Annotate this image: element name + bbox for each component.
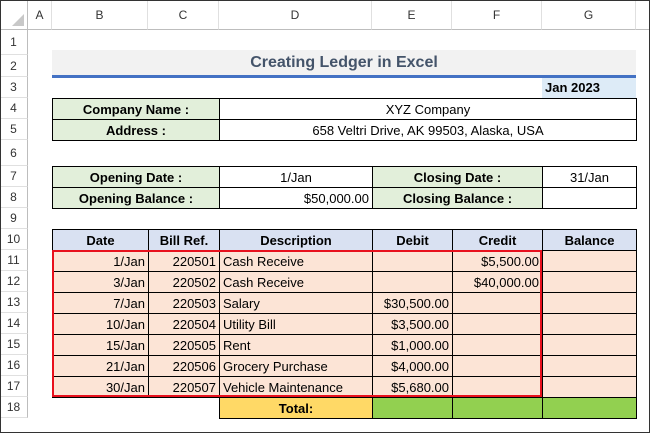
ledger-cell[interactable] xyxy=(542,292,637,314)
row-header-17[interactable]: 17 xyxy=(0,376,28,397)
address-value[interactable]: 658 Veltri Drive, AK 99503, Alaska, USA xyxy=(219,119,637,141)
ledger-cell[interactable]: Cash Receive xyxy=(219,250,373,272)
row-header-5[interactable]: 5 xyxy=(0,119,28,140)
ledger-cell[interactable] xyxy=(542,334,637,356)
ledger-cell[interactable] xyxy=(452,355,543,377)
ledger-header-credit[interactable]: Credit xyxy=(452,229,543,251)
row-header-15[interactable]: 15 xyxy=(0,334,28,355)
ledger-cell[interactable] xyxy=(452,376,543,398)
address-label[interactable]: Address : xyxy=(52,119,220,141)
opening-balance-value[interactable]: $50,000.00 xyxy=(219,187,373,209)
ledger-cell[interactable]: 220502 xyxy=(148,271,220,293)
column-header-blank xyxy=(636,0,650,30)
ledger-cell[interactable]: 3/Jan xyxy=(52,271,149,293)
company-name-label[interactable]: Company Name : xyxy=(52,98,220,120)
select-all-button[interactable] xyxy=(0,0,28,30)
column-header-A[interactable]: A xyxy=(28,0,52,30)
ledger-cell[interactable]: $4,000.00 xyxy=(372,355,453,377)
ledger-cell[interactable] xyxy=(542,376,637,398)
ledger-header-date[interactable]: Date xyxy=(52,229,149,251)
ledger-cell[interactable] xyxy=(542,250,637,272)
closing-balance-label[interactable]: Closing Balance : xyxy=(372,187,543,209)
ledger-cell[interactable]: 1/Jan xyxy=(52,250,149,272)
ledger-cell[interactable]: 220504 xyxy=(148,313,220,335)
total-credit[interactable] xyxy=(452,397,543,419)
ledger-cell[interactable]: 30/Jan xyxy=(52,376,149,398)
closing-date-label[interactable]: Closing Date : xyxy=(372,166,543,188)
ledger-header-balance[interactable]: Balance xyxy=(542,229,637,251)
row-header-2[interactable]: 2 xyxy=(0,55,28,77)
ledger-cell[interactable] xyxy=(452,292,543,314)
ledger-cell[interactable] xyxy=(542,271,637,293)
row-header-18[interactable]: 18 xyxy=(0,397,28,418)
ledger-cell[interactable]: $1,000.00 xyxy=(372,334,453,356)
ledger-cell[interactable]: 220503 xyxy=(148,292,220,314)
watermark-logo xyxy=(265,395,395,419)
column-header-D[interactable]: D xyxy=(219,0,372,30)
ledger-cell[interactable]: 220507 xyxy=(148,376,220,398)
row-header-7[interactable]: 7 xyxy=(0,166,28,187)
row-header-6[interactable]: 6 xyxy=(0,140,28,166)
ledger-cell[interactable]: $30,500.00 xyxy=(372,292,453,314)
ledger-header-description[interactable]: Description xyxy=(219,229,373,251)
column-header-F[interactable]: F xyxy=(452,0,542,30)
row-header-9[interactable]: 9 xyxy=(0,208,28,229)
column-header-E[interactable]: E xyxy=(372,0,452,30)
ledger-cell[interactable] xyxy=(452,313,543,335)
total-balance[interactable] xyxy=(542,397,637,419)
column-header-B[interactable]: B xyxy=(52,0,148,30)
row-header-14[interactable]: 14 xyxy=(0,313,28,334)
ledger-cell[interactable] xyxy=(542,313,637,335)
row-header-4[interactable]: 4 xyxy=(0,98,28,119)
ledger-cell[interactable]: $40,000.00 xyxy=(452,271,543,293)
row-header-16[interactable]: 16 xyxy=(0,355,28,376)
ledger-cell[interactable]: 220506 xyxy=(148,355,220,377)
ledger-cell[interactable]: 15/Jan xyxy=(52,334,149,356)
ledger-cell[interactable]: 7/Jan xyxy=(52,292,149,314)
ledger-cell[interactable]: $3,500.00 xyxy=(372,313,453,335)
column-header-G[interactable]: G xyxy=(542,0,636,30)
ledger-header-billref[interactable]: Bill Ref. xyxy=(148,229,220,251)
closing-date-value[interactable]: 31/Jan xyxy=(542,166,637,188)
ledger-cell[interactable]: Grocery Purchase xyxy=(219,355,373,377)
company-name-value[interactable]: XYZ Company xyxy=(219,98,637,120)
ledger-cell[interactable]: $5,500.00 xyxy=(452,250,543,272)
ledger-cell[interactable]: Cash Receive xyxy=(219,271,373,293)
closing-balance-value[interactable] xyxy=(542,187,637,209)
row-header-13[interactable]: 13 xyxy=(0,292,28,313)
row-header-10[interactable]: 10 xyxy=(0,229,28,250)
ledger-cell[interactable]: 21/Jan xyxy=(52,355,149,377)
ledger-cell[interactable] xyxy=(372,271,453,293)
opening-balance-label[interactable]: Opening Balance : xyxy=(52,187,220,209)
ledger-cell[interactable]: Rent xyxy=(219,334,373,356)
row-header-1[interactable]: 1 xyxy=(0,30,28,55)
ledger-cell[interactable]: 220501 xyxy=(148,250,220,272)
ledger-cell[interactable] xyxy=(372,250,453,272)
row-header-8[interactable]: 8 xyxy=(0,187,28,208)
ledger-cell[interactable]: 10/Jan xyxy=(52,313,149,335)
opening-date-value[interactable]: 1/Jan xyxy=(219,166,373,188)
ledger-cell[interactable] xyxy=(542,355,637,377)
ledger-header-debit[interactable]: Debit xyxy=(372,229,453,251)
row-header-3[interactable]: 3 xyxy=(0,77,28,98)
ledger-cell[interactable] xyxy=(452,334,543,356)
opening-date-label[interactable]: Opening Date : xyxy=(52,166,220,188)
period-cell[interactable]: Jan 2023 xyxy=(542,77,636,98)
row-header-12[interactable]: 12 xyxy=(0,271,28,292)
ledger-cell[interactable]: Utility Bill xyxy=(219,313,373,335)
ledger-cell[interactable]: 220505 xyxy=(148,334,220,356)
row-header-11[interactable]: 11 xyxy=(0,250,28,271)
column-header-C[interactable]: C xyxy=(148,0,219,30)
ledger-cell[interactable]: Salary xyxy=(219,292,373,314)
sheet-title: Creating Ledger in Excel xyxy=(52,50,636,78)
